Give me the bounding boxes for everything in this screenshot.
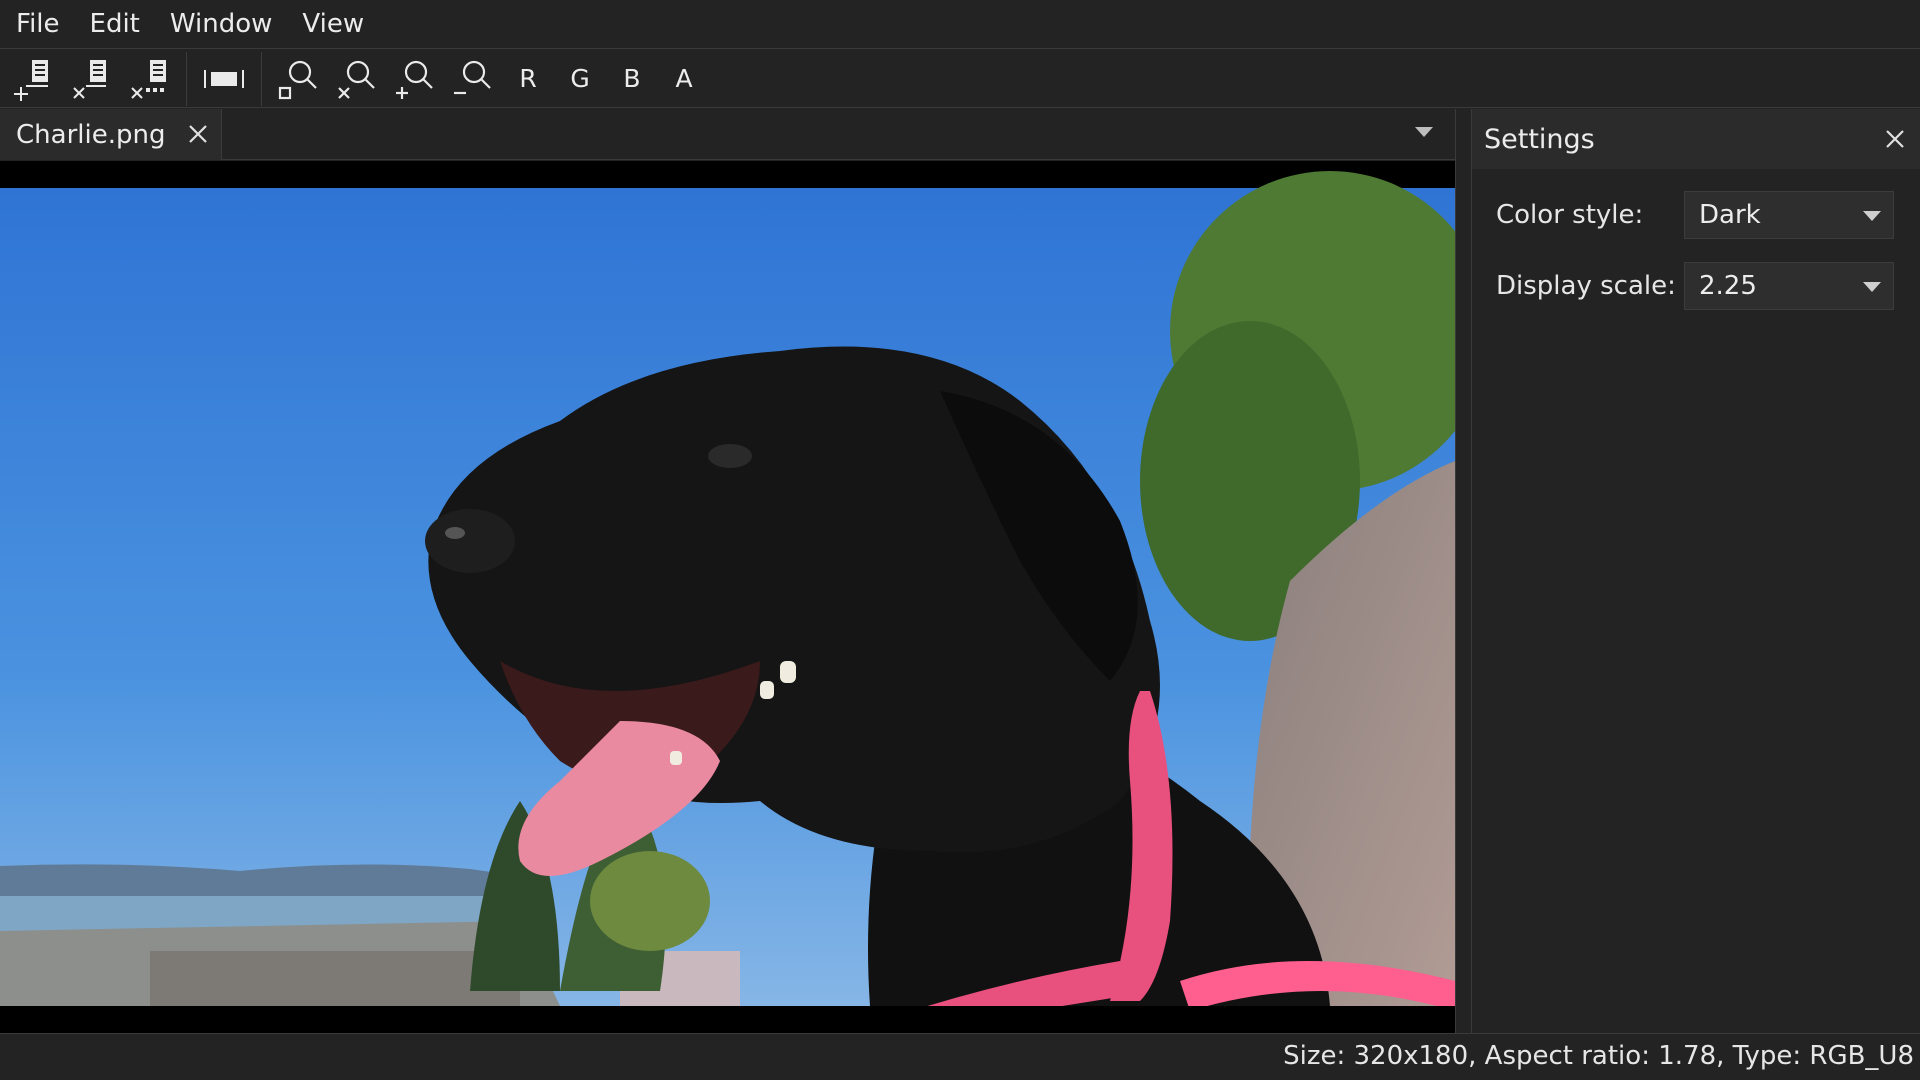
toolbar: R G B A (0, 50, 1920, 108)
fit-to-window-icon (204, 69, 244, 88)
settings-title: Settings (1484, 123, 1595, 155)
channel-red-button[interactable]: R (502, 52, 554, 106)
panel-splitter[interactable] (1455, 109, 1472, 1033)
display-scale-label: Display scale: (1496, 271, 1676, 301)
color-style-row: Color style: Dark (1496, 191, 1896, 239)
tab-charlie-png[interactable]: Charlie.png (0, 109, 222, 160)
tab-list-dropdown-icon[interactable] (1415, 127, 1433, 137)
tab-bar: Charlie.png (0, 109, 1455, 160)
chevron-down-icon (1863, 282, 1881, 292)
fit-to-window-button[interactable] (195, 52, 253, 106)
menu-file[interactable]: File (6, 0, 70, 49)
menu-edit[interactable]: Edit (80, 0, 150, 49)
channel-alpha-button[interactable]: A (658, 52, 710, 106)
display-scale-select[interactable]: 2.25 (1684, 262, 1894, 310)
menu-bar: File Edit Window View (0, 0, 1920, 49)
image-canvas (0, 161, 1455, 1033)
close-file-icon (73, 59, 106, 99)
settings-panel: Settings Color style: Dark Display scale… (1472, 109, 1920, 1033)
toolbar-separator (186, 51, 187, 106)
zoom-reset-button[interactable] (270, 52, 328, 106)
close-icon[interactable] (185, 121, 211, 147)
channel-green-button[interactable]: G (554, 52, 606, 106)
color-style-value: Dark (1699, 200, 1761, 230)
tab-label: Charlie.png (16, 119, 166, 150)
channel-blue-button[interactable]: B (606, 52, 658, 106)
settings-header: Settings (1472, 109, 1920, 169)
close-all-files-button[interactable] (120, 52, 178, 106)
zoom-out-button[interactable] (444, 52, 502, 106)
toolbar-separator (261, 51, 262, 106)
display-scale-value: 2.25 (1699, 271, 1757, 301)
zoom-in-button[interactable] (386, 52, 444, 106)
open-file-icon (14, 59, 48, 101)
display-scale-row: Display scale: 2.25 (1496, 262, 1896, 310)
menu-view[interactable]: View (292, 0, 374, 49)
chevron-down-icon (1863, 211, 1881, 221)
menu-window[interactable]: Window (160, 0, 283, 49)
close-icon[interactable] (1882, 126, 1908, 152)
color-style-label: Color style: (1496, 200, 1644, 230)
status-bar: Size: 320x180, Aspect ratio: 1.78, Type:… (0, 1033, 1920, 1080)
image-viewer[interactable] (0, 161, 1455, 1033)
status-text: Size: 320x180, Aspect ratio: 1.78, Type:… (1283, 1041, 1914, 1071)
open-file-button[interactable] (4, 52, 62, 106)
zoom-fit-icon (338, 60, 375, 99)
zoom-out-icon (454, 60, 491, 94)
close-all-files-icon (131, 59, 166, 99)
zoom-fit-button[interactable] (328, 52, 386, 106)
color-style-select[interactable]: Dark (1684, 191, 1894, 239)
close-file-button[interactable] (62, 52, 120, 106)
zoom-in-icon (396, 60, 433, 99)
zoom-reset-icon (278, 60, 317, 99)
